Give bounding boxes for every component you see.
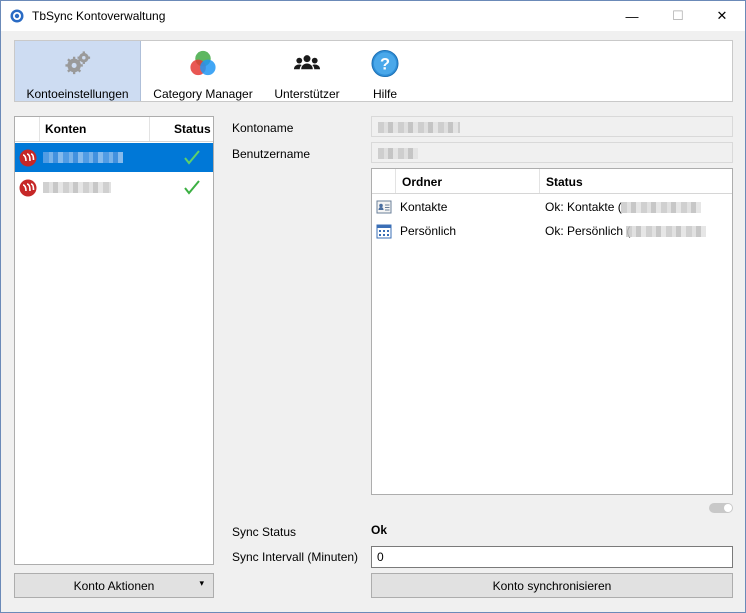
- accounts-list-header: Konten Status: [15, 117, 213, 142]
- maximize-button[interactable]: ☐: [655, 1, 701, 31]
- tab-unterstuetzer[interactable]: Unterstützer: [270, 41, 344, 101]
- tbsync-app-icon: [10, 9, 24, 23]
- column-separator: [149, 117, 150, 141]
- tab-label: Hilfe: [372, 87, 397, 101]
- minimize-icon: —: [625, 8, 639, 24]
- column-header-status[interactable]: Status: [546, 175, 583, 189]
- column-separator: [539, 169, 540, 193]
- folder-row[interactable]: Persönlich Ok: Persönlich (: [372, 219, 732, 243]
- help-icon: ?: [371, 49, 399, 78]
- column-separator: [39, 117, 40, 141]
- tbsync-window: TbSync Kontoverwaltung — ☐ ✕ Kontoeinste…: [0, 0, 746, 613]
- main-toolbar: Kontoeinstellungen Category Manager Unte…: [14, 40, 733, 102]
- provider-logo-icon: [19, 149, 37, 167]
- tab-hilfe[interactable]: ? Hilfe: [360, 41, 410, 101]
- folder-name: Persönlich: [400, 224, 457, 238]
- kontoname-label: Kontoname: [232, 121, 294, 135]
- tab-label: Kontoeinstellungen: [26, 87, 129, 101]
- redacted-benutzername: [378, 148, 418, 159]
- redacted-kontoname: [378, 122, 460, 133]
- sync-interval-value: 0: [377, 550, 384, 564]
- benutzername-label: Benutzername: [232, 147, 311, 161]
- column-header-konten[interactable]: Konten: [45, 122, 86, 136]
- tab-category-manager[interactable]: Category Manager: [151, 41, 255, 101]
- maximize-icon: ☐: [672, 8, 684, 23]
- close-icon: ✕: [716, 8, 728, 23]
- contacts-icon: [376, 200, 392, 214]
- redacted-account-name: [43, 152, 123, 163]
- column-header-status[interactable]: Status: [174, 122, 211, 136]
- kontoname-field: [371, 116, 733, 137]
- toggle-switch[interactable]: [709, 503, 733, 513]
- close-button[interactable]: ✕: [699, 1, 745, 31]
- redacted-account-name: [43, 182, 111, 193]
- sync-status-value: Ok: [371, 523, 388, 537]
- folder-table-header: Ordner Status: [372, 169, 732, 194]
- column-header-ordner[interactable]: Ordner: [402, 175, 442, 189]
- accounts-list[interactable]: Konten Status: [14, 116, 214, 565]
- account-row[interactable]: [15, 143, 213, 172]
- sync-interval-label: Sync Intervall (Minuten): [232, 550, 359, 564]
- tab-label: Unterstützer: [274, 87, 340, 101]
- sync-account-label: Konto synchronisieren: [492, 578, 612, 593]
- people-icon: [293, 55, 321, 70]
- account-row[interactable]: [15, 173, 213, 202]
- konto-aktionen-label: Konto Aktionen: [73, 578, 155, 593]
- sync-interval-input[interactable]: 0: [371, 546, 733, 568]
- konto-aktionen-button[interactable]: Konto Aktionen ▾: [14, 573, 214, 598]
- redacted-folder-status: [621, 202, 701, 213]
- window-title: TbSync Kontoverwaltung: [32, 9, 166, 23]
- calendar-icon: [376, 224, 392, 239]
- check-icon: [184, 150, 200, 165]
- column-separator: [395, 169, 396, 193]
- dropdown-arrow-icon: ▾: [199, 578, 204, 588]
- benutzername-field: [371, 142, 733, 163]
- folder-status: Ok: Kontakte (: [545, 200, 622, 214]
- tab-kontoeinstellungen[interactable]: Kontoeinstellungen: [15, 41, 141, 101]
- folder-row[interactable]: Kontakte Ok: Kontakte (: [372, 195, 732, 219]
- title-bar: TbSync Kontoverwaltung — ☐ ✕: [1, 1, 745, 31]
- redacted-folder-status: [626, 226, 706, 237]
- minimize-button[interactable]: —: [609, 1, 655, 31]
- provider-logo-icon: [19, 179, 37, 197]
- color-circles-icon: [190, 50, 216, 76]
- folder-name: Kontakte: [400, 200, 448, 214]
- gears-icon: [64, 51, 90, 75]
- sync-status-label: Sync Status: [232, 525, 297, 539]
- check-icon: [184, 180, 200, 195]
- folder-table[interactable]: Ordner Status Kontakte Ok: Kontakte (Pe…: [371, 168, 733, 495]
- svg-text:?: ?: [380, 55, 390, 73]
- tab-label: Category Manager: [153, 87, 253, 101]
- sync-account-button[interactable]: Konto synchronisieren: [371, 573, 733, 598]
- folder-status: Ok: Persönlich (: [545, 224, 631, 238]
